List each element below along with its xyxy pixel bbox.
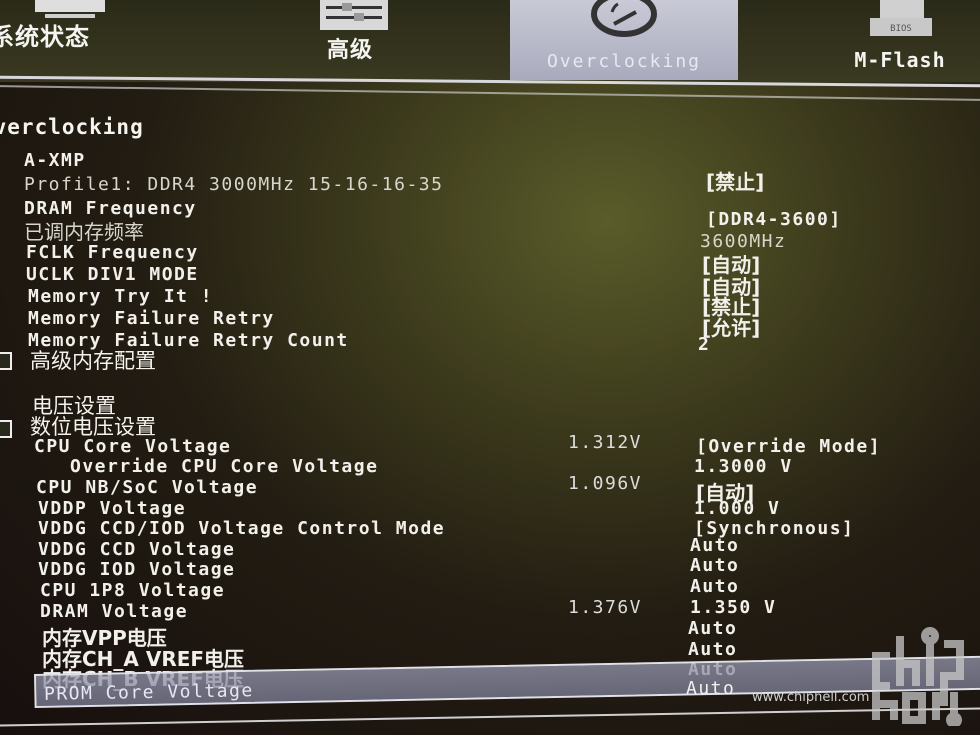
setting-memory-failure-retry[interactable]: Memory Failure Retry: [28, 308, 275, 329]
setting-memory-try-it[interactable]: Memory Try It !: [28, 286, 213, 307]
setting-label: UCLK DIV1 MODE: [26, 264, 199, 285]
value-text: Auto: [688, 639, 738, 660]
setting-uclk-div1-mode[interactable]: UCLK DIV1 MODE: [26, 264, 199, 285]
setting-label: VDDG CCD Voltage: [38, 539, 236, 560]
setting-label: CPU NB/SoC Voltage: [36, 477, 259, 498]
tab-m-flash[interactable]: BIOS M-Flash: [830, 0, 970, 80]
tab-label: 高级: [326, 38, 373, 63]
value-text: [允许]: [702, 316, 761, 340]
top-nav-bar: 系统状态 高级 Overclocking BIOS M-Flash: [0, 0, 980, 82]
value-text: [DDR4-3600]: [706, 209, 842, 230]
bios-chip-icon: BIOS: [860, 0, 940, 44]
setting-label: Override CPU Core Voltage: [70, 456, 379, 477]
section-title: Overclocking: [0, 115, 144, 139]
value-text: Auto: [686, 678, 736, 699]
setting-label: Profile1: DDR4 3000MHz 15-16-16-35: [24, 174, 444, 195]
setting-vddg-ccd-voltage[interactable]: VDDG CCD Voltage: [38, 539, 235, 560]
setting-label: Memory Try It !: [28, 286, 214, 307]
setting-value[interactable]: [禁止]: [706, 166, 764, 195]
chiphell-logo-icon: [870, 616, 970, 728]
xmp-profile-info: Profile1: DDR4 3000MHz 15-16-16-35: [24, 174, 443, 195]
value-text: Auto: [690, 535, 740, 556]
setting-prom-core-voltage[interactable]: PROM Core Voltage: [44, 680, 254, 705]
setting-label: DRAM Voltage: [40, 601, 189, 622]
setting-value[interactable]: Auto: [686, 678, 735, 699]
setting-fclk-frequency[interactable]: FCLK Frequency: [26, 242, 199, 263]
setting-value[interactable]: 1.000 V: [694, 498, 780, 519]
setting-vddp-voltage[interactable]: VDDP Voltage: [38, 498, 186, 519]
value-text: 1.000 V: [694, 498, 781, 519]
setting-value[interactable]: Auto: [690, 535, 739, 556]
speedometer-icon: [584, 0, 664, 44]
adjusted-dram-frequency: 已调内存频率: [24, 216, 144, 245]
current-voltage-readout: 1.312V: [568, 432, 643, 453]
tab-label: 系统状态: [0, 23, 90, 51]
setting-a-xmp[interactable]: A-XMP: [24, 150, 86, 171]
tab-advanced[interactable]: 高级: [300, 0, 400, 80]
setting-dram-voltage[interactable]: DRAM Voltage: [40, 601, 188, 622]
submenu-advanced-memory-config[interactable]: 高级内存配置: [30, 345, 156, 375]
setting-value[interactable]: [允许]: [702, 312, 760, 341]
setting-label: FCLK Frequency: [26, 242, 199, 263]
divider: [0, 85, 980, 101]
tab-label: M-Flash: [854, 48, 946, 72]
value-text: [禁止]: [706, 170, 765, 194]
value-text: Auto: [690, 555, 740, 576]
value-text: 1.350 V: [690, 597, 777, 618]
setting-value[interactable]: 1.350 V: [690, 597, 776, 618]
setting-cpu-core-voltage[interactable]: CPU Core Voltage: [34, 436, 231, 457]
setting-label: A-XMP: [24, 150, 86, 171]
divider: [0, 707, 980, 727]
setting-vddg-ccd-iod-voltage-control-mode[interactable]: VDDG CCD/IOD Voltage Control Mode: [38, 518, 445, 539]
setting-label: CPU 1P8 Voltage: [40, 580, 226, 601]
setting-value[interactable]: Auto: [690, 576, 739, 597]
setting-label: 已调内存频率: [24, 220, 144, 244]
current-voltage-readout: 1.096V: [568, 473, 643, 494]
svg-text:BIOS: BIOS: [890, 24, 912, 34]
setting-label: VDDG IOD Voltage: [38, 559, 236, 580]
expand-box-icon[interactable]: [0, 352, 12, 370]
setting-value[interactable]: [Override Mode]: [696, 436, 881, 457]
tab-system-status[interactable]: 系统状态: [0, 0, 150, 80]
value-text: 2: [698, 334, 711, 355]
tab-label: Overclocking: [546, 51, 702, 72]
expand-box-icon[interactable]: [0, 420, 12, 438]
value-text: 1.3000 V: [694, 456, 793, 477]
setting-value[interactable]: Auto: [690, 555, 739, 576]
value-text: [Override Mode]: [696, 436, 882, 457]
value-text: Auto: [688, 618, 738, 639]
setting-label: VDDG CCD/IOD Voltage Control Mode: [38, 518, 446, 539]
setting-value[interactable]: 2: [698, 334, 710, 355]
watermark-text: www.chiphell.com: [752, 690, 870, 705]
setting-cpu-1p8-voltage[interactable]: CPU 1P8 Voltage: [40, 580, 225, 601]
setting-value[interactable]: Auto: [688, 639, 737, 660]
setting-label: Memory Failure Retry: [28, 308, 275, 329]
tab-overclocking[interactable]: Overclocking: [510, 0, 738, 80]
setting-value[interactable]: Auto: [688, 618, 737, 639]
setting-override-cpu-core-voltage[interactable]: Override CPU Core Voltage: [70, 456, 378, 477]
setting-label: PROM Core Voltage: [43, 680, 254, 705]
current-voltage-readout: 1.376V: [568, 597, 643, 618]
setting-value[interactable]: [DDR4-3600]: [706, 209, 842, 230]
setting-cpu-nb-soc-voltage[interactable]: CPU NB/SoC Voltage: [36, 477, 258, 498]
setting-label: VDDP Voltage: [38, 498, 187, 519]
setting-label: CPU Core Voltage: [34, 436, 232, 457]
setting-value[interactable]: 1.3000 V: [694, 456, 793, 477]
value-text: Auto: [690, 576, 740, 597]
setting-vddg-iod-voltage[interactable]: VDDG IOD Voltage: [38, 559, 235, 580]
